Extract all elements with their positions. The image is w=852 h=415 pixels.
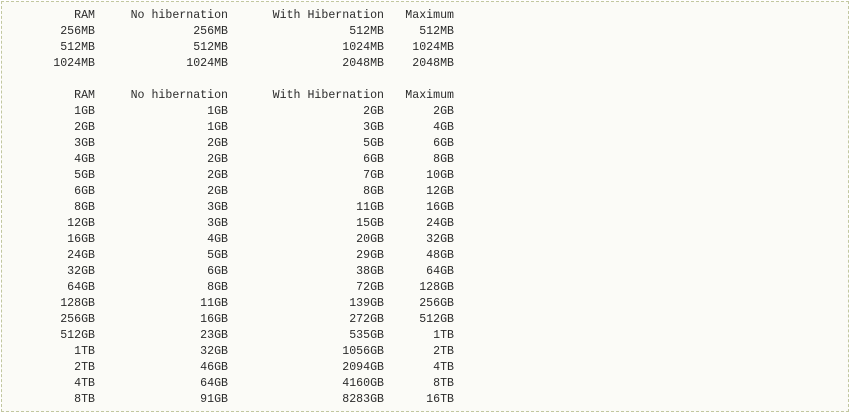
ram-cell: 3GB: [74, 137, 95, 150]
no-hibernation-cell: 2GB: [207, 169, 228, 182]
with-hibernation-cell: 15GB: [356, 217, 384, 230]
no-hibernation-cell: 2GB: [207, 185, 228, 198]
no-hibernation-cell: 6GB: [207, 265, 228, 278]
with-hibernation-cell: 535GB: [349, 329, 384, 342]
with-hibernation-cell: 7GB: [363, 169, 384, 182]
ram-cell: 16GB: [67, 233, 95, 246]
ram-cell: 512GB: [60, 329, 95, 342]
ram-cell: 32GB: [67, 265, 95, 278]
maximum-cell: 128GB: [419, 281, 454, 294]
with-hibernation-cell: 38GB: [356, 265, 384, 278]
ram-cell: 64GB: [67, 281, 95, 294]
with-hibernation-cell: 11GB: [356, 201, 384, 214]
with-hibernation-cell: 2048MB: [342, 57, 384, 70]
ram-cell: 256MB: [60, 25, 95, 38]
ram-cell: 4TB: [74, 377, 95, 390]
ram-cell: 4GB: [74, 153, 95, 166]
maximum-cell: 6GB: [433, 137, 454, 150]
ram-cell: 8TB: [74, 393, 95, 406]
maximum-cell: 256GB: [419, 297, 454, 310]
ram-cell: 8GB: [74, 201, 95, 214]
with-hibernation-cell: 139GB: [349, 297, 384, 310]
with-hibernation-cell: 29GB: [356, 249, 384, 262]
no-hibernation-cell: 5GB: [207, 249, 228, 262]
no-hibernation-cell: 32GB: [200, 345, 228, 358]
with-hibernation-cell: 8283GB: [342, 393, 384, 406]
no-hibernation-cell: 3GB: [207, 201, 228, 214]
maximum-cell: 16TB: [426, 393, 454, 406]
maximum-cell: 2GB: [433, 105, 454, 118]
ram-header: RAM: [74, 89, 95, 102]
no-hibernation-cell: 2GB: [207, 137, 228, 150]
no-hibernation-cell: 23GB: [200, 329, 228, 342]
no-hibernation-cell: 46GB: [200, 361, 228, 374]
code-block: RAM No hibernation With Hibernation Maximum…: [1, 1, 849, 412]
maximum-cell: 24GB: [426, 217, 454, 230]
maximum-header: Maximum: [405, 89, 454, 102]
ram-cell: 24GB: [67, 249, 95, 262]
maximum-cell: 8TB: [433, 377, 454, 390]
maximum-cell: 16GB: [426, 201, 454, 214]
ram-cell: 256GB: [60, 313, 95, 326]
with-hibernation-cell: 1056GB: [342, 345, 384, 358]
maximum-cell: 8GB: [433, 153, 454, 166]
with-hibernation-cell: 6GB: [363, 153, 384, 166]
no-hibernation-cell: 91GB: [200, 393, 228, 406]
no-hibernation-cell: 11GB: [200, 297, 228, 310]
maximum-cell: 32GB: [426, 233, 454, 246]
ram-cell: 128GB: [60, 297, 95, 310]
no-hibernation-cell: 256MB: [193, 25, 228, 38]
no-hibernation-header: No hibernation: [130, 89, 228, 102]
no-hibernation-cell: 1GB: [207, 121, 228, 134]
ram-cell: 2GB: [74, 121, 95, 134]
with-hibernation-cell: 1024MB: [342, 41, 384, 54]
ram-cell: 5GB: [74, 169, 95, 182]
with-hibernation-cell: 272GB: [349, 313, 384, 326]
with-hibernation-cell: 5GB: [363, 137, 384, 150]
no-hibernation-cell: 2GB: [207, 153, 228, 166]
maximum-cell: 2048MB: [412, 57, 454, 70]
no-hibernation-cell: 64GB: [200, 377, 228, 390]
no-hibernation-cell: 3GB: [207, 217, 228, 230]
maximum-cell: 512GB: [419, 313, 454, 326]
ram-cell: 2TB: [74, 361, 95, 374]
with-hibernation-cell: 3GB: [363, 121, 384, 134]
ram-header: RAM: [74, 9, 95, 22]
ram-cell: 6GB: [74, 185, 95, 198]
maximum-cell: 10GB: [426, 169, 454, 182]
with-hibernation-header: With Hibernation: [272, 9, 384, 22]
with-hibernation-cell: 2GB: [363, 105, 384, 118]
ram-cell: 1GB: [74, 105, 95, 118]
no-hibernation-header: No hibernation: [130, 9, 228, 22]
with-hibernation-cell: 20GB: [356, 233, 384, 246]
maximum-cell: 4TB: [433, 361, 454, 374]
with-hibernation-header: With Hibernation: [272, 89, 384, 102]
ram-cell: 1TB: [74, 345, 95, 358]
ram-cell: 1024MB: [53, 57, 95, 70]
no-hibernation-cell: 1GB: [207, 105, 228, 118]
maximum-cell: 12GB: [426, 185, 454, 198]
maximum-cell: 512MB: [419, 25, 454, 38]
with-hibernation-cell: 8GB: [363, 185, 384, 198]
ram-cell: 12GB: [67, 217, 95, 230]
with-hibernation-cell: 512MB: [349, 25, 384, 38]
with-hibernation-cell: 4160GB: [342, 377, 384, 390]
no-hibernation-cell: 8GB: [207, 281, 228, 294]
maximum-cell: 2TB: [433, 345, 454, 358]
ram-cell: 512MB: [60, 41, 95, 54]
maximum-header: Maximum: [405, 9, 454, 22]
maximum-cell: 48GB: [426, 249, 454, 262]
no-hibernation-cell: 4GB: [207, 233, 228, 246]
maximum-cell: 1024MB: [412, 41, 454, 54]
no-hibernation-cell: 16GB: [200, 313, 228, 326]
no-hibernation-cell: 512MB: [193, 41, 228, 54]
maximum-cell: 1TB: [433, 329, 454, 342]
maximum-cell: 4GB: [433, 121, 454, 134]
maximum-cell: 64GB: [426, 265, 454, 278]
no-hibernation-cell: 1024MB: [186, 57, 228, 70]
with-hibernation-cell: 2094GB: [342, 361, 384, 374]
with-hibernation-cell: 72GB: [356, 281, 384, 294]
